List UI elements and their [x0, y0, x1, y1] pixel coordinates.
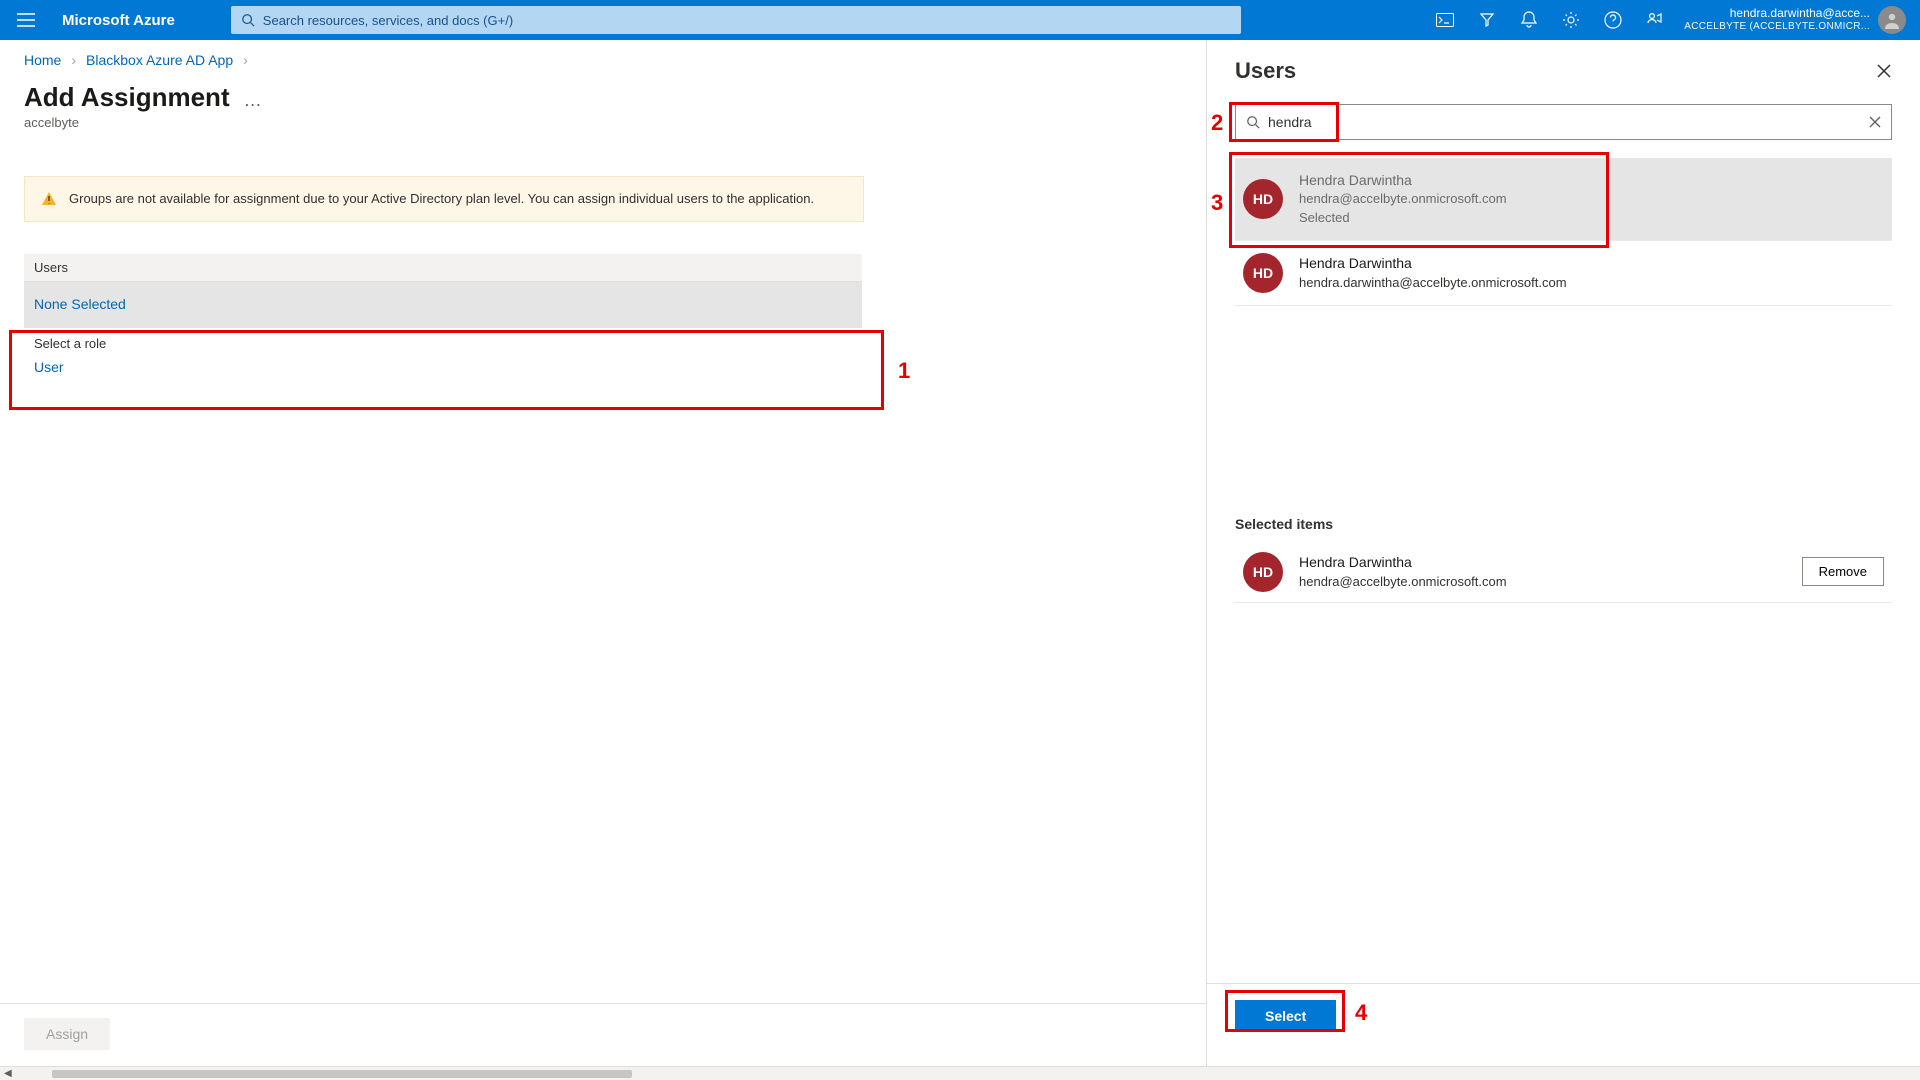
chevron-right-icon: › [243, 52, 248, 68]
breadcrumb-app[interactable]: Blackbox Azure AD App [86, 52, 233, 68]
user-result-email: hendra.darwintha@accelbyte.onmicrosoft.c… [1299, 274, 1567, 293]
global-search-input[interactable] [263, 13, 1231, 28]
account-email: hendra.darwintha@acce... [1684, 7, 1870, 21]
cloud-shell-icon[interactable] [1424, 0, 1466, 40]
menu-icon[interactable] [6, 0, 46, 40]
avatar [1878, 6, 1906, 34]
breadcrumb: Home › Blackbox Azure AD App › [24, 52, 1182, 68]
remove-button[interactable]: Remove [1802, 557, 1884, 586]
flyout-search-input[interactable] [1268, 114, 1869, 130]
top-bar: Microsoft Azure hendra.darwintha@acce... [0, 0, 1920, 40]
scrollbar-thumb[interactable] [52, 1070, 632, 1078]
selected-item-name: Hendra Darwintha [1299, 552, 1507, 572]
horizontal-scrollbar[interactable]: ◀ [0, 1066, 1920, 1080]
warning-text: Groups are not available for assignment … [69, 189, 814, 209]
search-icon [241, 13, 255, 27]
user-result-name: Hendra Darwintha [1299, 253, 1567, 273]
user-result-name: Hendra Darwintha [1299, 170, 1507, 190]
notifications-icon[interactable] [1508, 0, 1550, 40]
scroll-left-icon[interactable]: ◀ [4, 1068, 12, 1079]
user-result-row[interactable]: HD Hendra Darwintha hendra@accelbyte.onm… [1235, 158, 1892, 241]
account-menu[interactable]: hendra.darwintha@acce... ACCELBYTE (ACCE… [1676, 6, 1914, 34]
left-bottom-bar: Assign [0, 1003, 1206, 1064]
user-result-selected-label: Selected [1299, 209, 1507, 228]
close-icon[interactable] [1876, 63, 1892, 79]
left-pane: Home › Blackbox Azure AD App › Add Assig… [0, 40, 1206, 1080]
annotation-number-4: 4 [1355, 1000, 1367, 1026]
clear-icon[interactable] [1869, 116, 1881, 128]
account-tenant: ACCELBYTE (ACCELBYTE.ONMICR... [1684, 21, 1870, 33]
page-title: Add Assignment [24, 82, 230, 113]
users-selector-header[interactable]: Users [24, 254, 862, 282]
chevron-right-icon: › [71, 52, 76, 68]
role-selector-header: Select a role [24, 328, 862, 353]
selected-items-header: Selected items [1235, 516, 1892, 532]
directory-filter-icon[interactable] [1466, 0, 1508, 40]
global-search[interactable] [231, 6, 1241, 34]
warning-icon [41, 191, 57, 209]
select-button[interactable]: Select [1235, 1000, 1336, 1032]
annotation-number-2: 2 [1211, 110, 1223, 136]
top-icon-strip: hendra.darwintha@acce... ACCELBYTE (ACCE… [1424, 0, 1914, 40]
users-flyout: Users 2 HD Hendra Darwi [1206, 40, 1920, 1080]
more-actions-icon[interactable]: … [244, 84, 262, 111]
warning-banner: Groups are not available for assignment … [24, 176, 864, 222]
avatar: HD [1243, 179, 1283, 219]
page-subtitle: accelbyte [24, 115, 1182, 130]
flyout-search[interactable] [1235, 104, 1892, 140]
user-result-row[interactable]: HD Hendra Darwintha hendra.darwintha@acc… [1235, 241, 1892, 306]
avatar: HD [1243, 253, 1283, 293]
breadcrumb-home[interactable]: Home [24, 52, 61, 68]
help-icon[interactable] [1592, 0, 1634, 40]
user-result-email: hendra@accelbyte.onmicrosoft.com [1299, 190, 1507, 209]
annotation-number-1: 1 [898, 358, 910, 384]
annotation-number-3: 3 [1211, 190, 1223, 216]
users-selector-value[interactable]: None Selected [24, 282, 862, 328]
role-selector-value[interactable]: User [24, 353, 862, 381]
selected-item-email: hendra@accelbyte.onmicrosoft.com [1299, 573, 1507, 592]
search-icon [1246, 115, 1260, 129]
selected-item-row: HD Hendra Darwintha hendra@accelbyte.onm… [1235, 542, 1892, 603]
feedback-icon[interactable] [1634, 0, 1676, 40]
assign-button: Assign [24, 1018, 110, 1050]
brand-label[interactable]: Microsoft Azure [46, 12, 191, 29]
settings-icon[interactable] [1550, 0, 1592, 40]
flyout-title: Users [1235, 58, 1296, 84]
avatar: HD [1243, 552, 1283, 592]
